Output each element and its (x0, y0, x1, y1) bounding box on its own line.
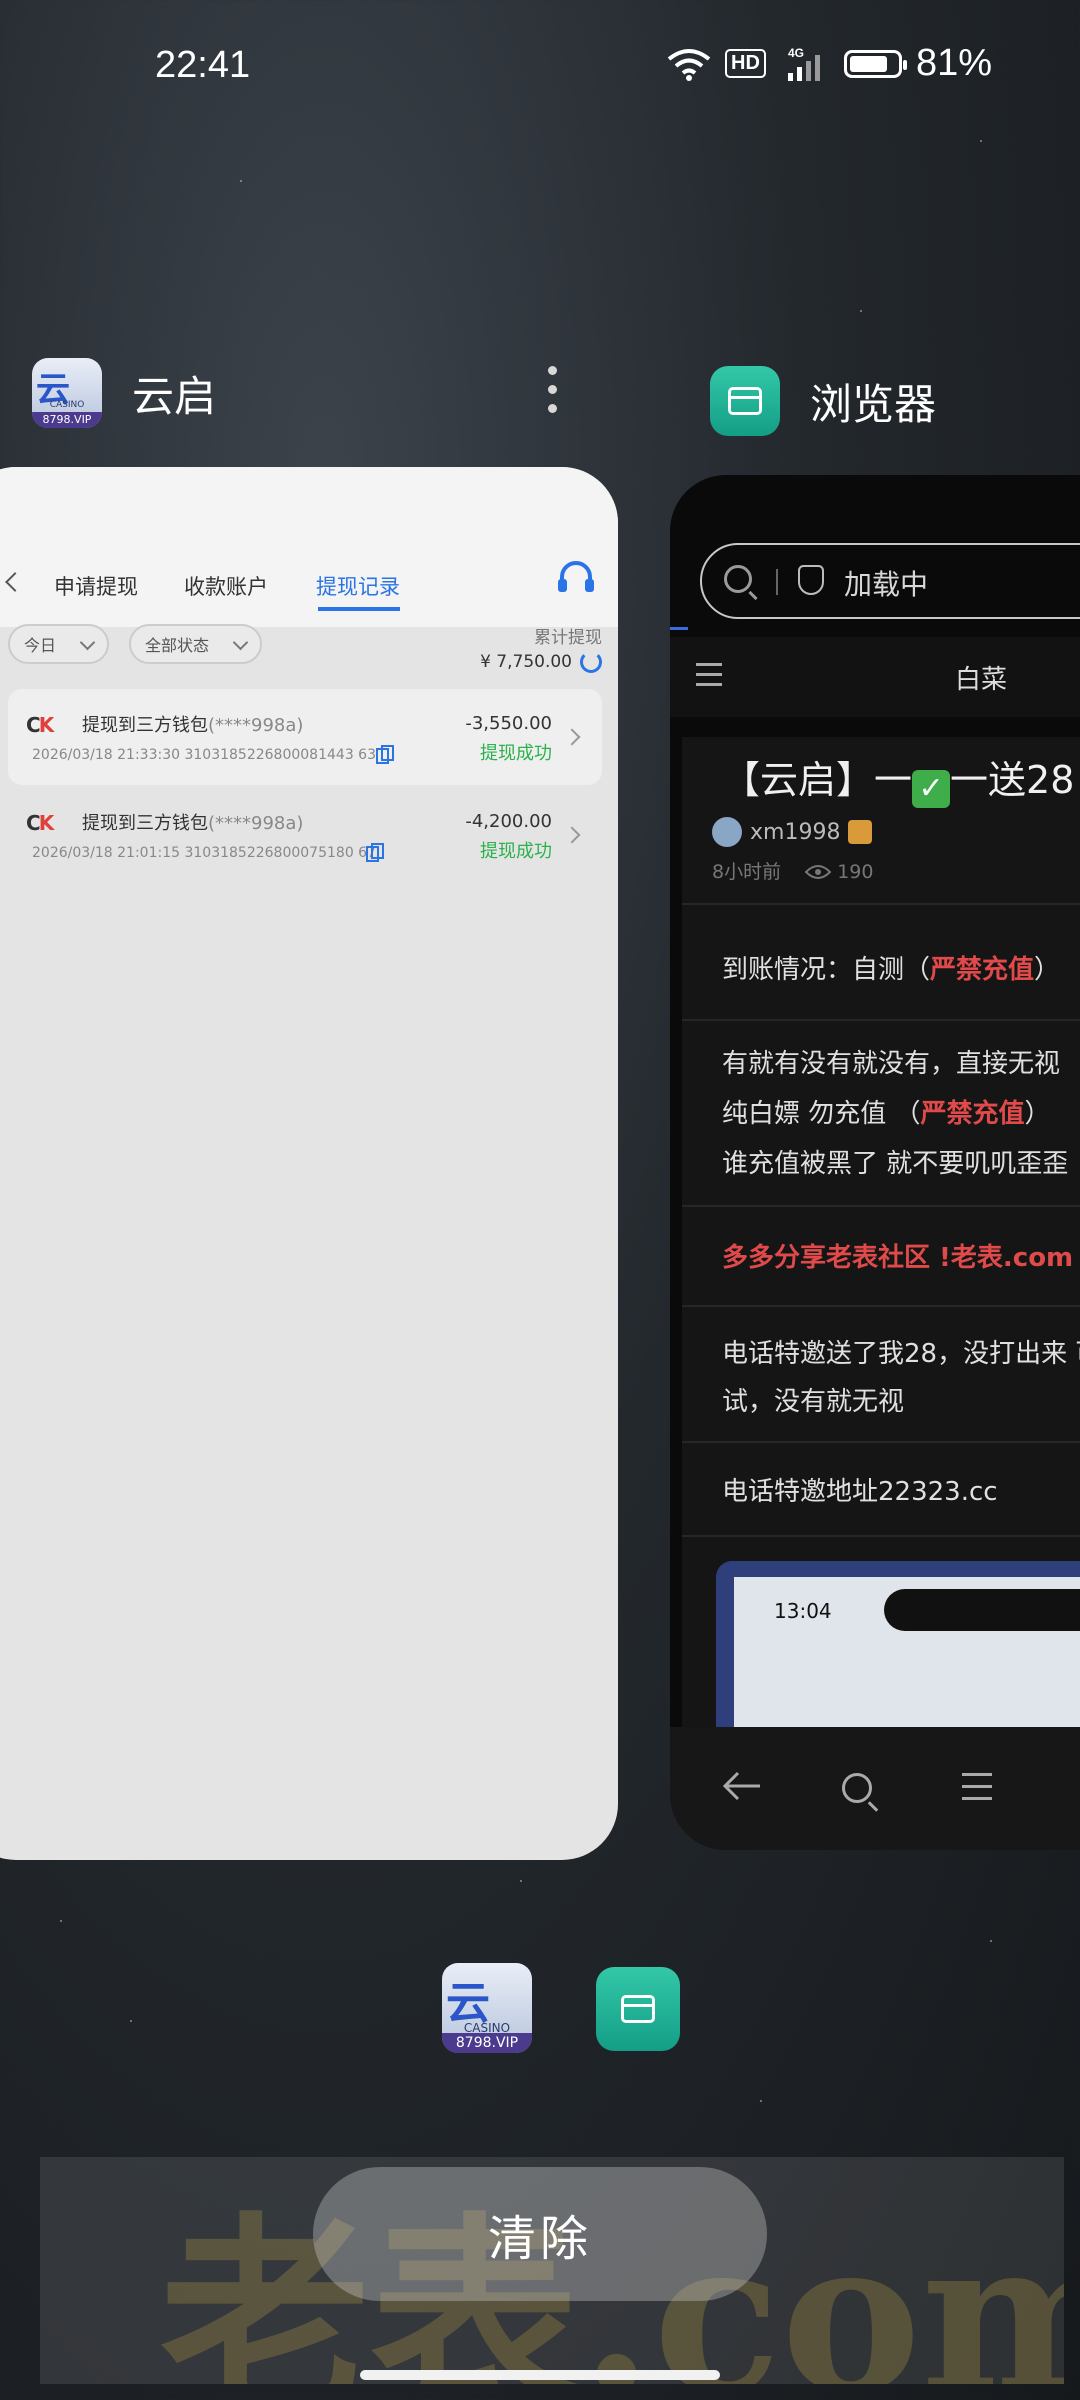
home-indicator[interactable] (360, 2370, 720, 2380)
yunqi-app-icon: 云启 CASINO 8798.VIP (32, 358, 102, 428)
chevron-right-icon (563, 826, 581, 844)
wifi-icon (667, 48, 711, 81)
chevron-down-icon (232, 634, 249, 650)
article: 【云启】一 ✓ 一送28 xm1998 8小时前 190 到账情况：自测（严禁充值）… (682, 737, 1080, 1741)
back-arrow-icon[interactable] (722, 1769, 762, 1803)
article-paragraph: 纯白嫖 勿充值 （严禁充值） (722, 1099, 1051, 1129)
url-loading-text: 加载中 (844, 568, 929, 601)
dock-browser-icon[interactable] (596, 1967, 680, 2051)
level-badge-icon (848, 820, 873, 844)
article-link[interactable]: 多多分享老表社区 !老表.com (722, 1237, 1073, 1274)
loading-progress (670, 627, 688, 630)
status-icons: HD 4G 81% (667, 42, 992, 85)
tab-bar: 申请提现 收款账户 提现记录 (0, 557, 618, 627)
article-paragraph: 电话特邀地址22323.cc (722, 1477, 998, 1507)
article-paragraph: 有就有没有就没有，直接无视 (722, 1049, 1061, 1079)
article-screenshot[interactable]: 13:04 (716, 1561, 1080, 1741)
browser-toolbar (670, 1727, 1080, 1850)
record-row[interactable]: CK 提现到三方钱包(****998a) 2026/03/18 21:01:15… (8, 787, 602, 883)
menu-icon[interactable] (696, 663, 722, 693)
more-options-icon[interactable] (548, 366, 558, 413)
dock-yunqi-icon[interactable]: 云启 CASINO 8798.VIP (442, 1963, 532, 2053)
article-paragraph: 试，没有就无视 (722, 1387, 905, 1417)
post-meta: 8小时前 190 (712, 861, 874, 883)
eye-icon (804, 865, 832, 879)
recent-card-yunqi[interactable]: 申请提现 收款账户 提现记录 今日 全部状态 累计提现 ¥ 7,750.00 C… (0, 467, 618, 1860)
app-name-browser: 浏览器 (810, 379, 937, 429)
app-name-yunqi: 云启 (132, 371, 217, 421)
recent-card-browser[interactable]: 加载中 白菜 【云启】一 ✓ 一送28 xm1998 8小时前 190 到账情况：自… (670, 475, 1080, 1850)
status-bar: 22:41 HD 4G 81% (0, 0, 1080, 130)
status-filter[interactable]: 全部状态 (129, 624, 263, 664)
app-header-yunqi[interactable]: 云启 CASINO 8798.VIP 云启 (32, 358, 216, 428)
hd-badge: HD (725, 49, 766, 78)
menu-icon[interactable] (962, 1773, 992, 1809)
tab-withdraw-records[interactable]: 提现记录 (316, 571, 400, 601)
search-icon[interactable] (842, 1773, 872, 1803)
filter-row: 今日 全部状态 (8, 624, 263, 664)
battery-icon (843, 49, 907, 78)
shield-icon (798, 565, 824, 595)
clear-all-button[interactable]: 清除 (313, 2167, 767, 2301)
site-title: 白菜 (955, 665, 1008, 695)
article-paragraph: 电话特邀送了我28，没打出来 可 (722, 1339, 1080, 1369)
battery-percent: 81% (915, 42, 992, 84)
signal-icon: 4G (787, 46, 820, 81)
article-paragraph: 到账情况：自测（严禁充值） (722, 955, 1061, 985)
copy-icon[interactable] (376, 745, 394, 765)
avatar[interactable] (712, 817, 742, 847)
total-withdrawn: 累计提现 ¥ 7,750.00 (480, 628, 602, 673)
record-row[interactable]: CK 提现到三方钱包(****998a) 2026/03/18 21:33:30… (8, 689, 602, 785)
author-row: xm1998 (712, 817, 873, 847)
chevron-down-icon (79, 634, 96, 650)
headset-icon[interactable] (556, 561, 596, 597)
active-tab-indicator (318, 607, 400, 611)
date-filter[interactable]: 今日 (8, 624, 110, 664)
url-bar[interactable]: 加载中 (700, 543, 1080, 619)
tab-receiving-account[interactable]: 收款账户 (184, 571, 268, 601)
chevron-right-icon (563, 728, 581, 746)
refresh-icon[interactable] (580, 651, 602, 673)
ck-logo-icon: CK (26, 811, 54, 835)
app-header-browser[interactable]: 浏览器 (710, 366, 936, 436)
author-name[interactable]: xm1998 (750, 820, 840, 845)
svg-text:4G: 4G (788, 46, 804, 60)
article-title: 【云启】一 ✓ 一送28 (722, 758, 1075, 808)
search-icon (724, 565, 752, 593)
check-icon: ✓ (912, 770, 951, 808)
copy-icon[interactable] (366, 843, 384, 863)
clock: 22:41 (155, 44, 251, 86)
back-icon[interactable] (5, 572, 25, 592)
site-nav: 白菜 (670, 637, 1080, 717)
ck-logo-icon: CK (26, 713, 54, 737)
article-paragraph: 谁充值被黑了 就不要叽叽歪歪 (722, 1149, 1069, 1179)
browser-app-icon (710, 366, 780, 436)
tab-apply-withdraw[interactable]: 申请提现 (54, 571, 138, 601)
